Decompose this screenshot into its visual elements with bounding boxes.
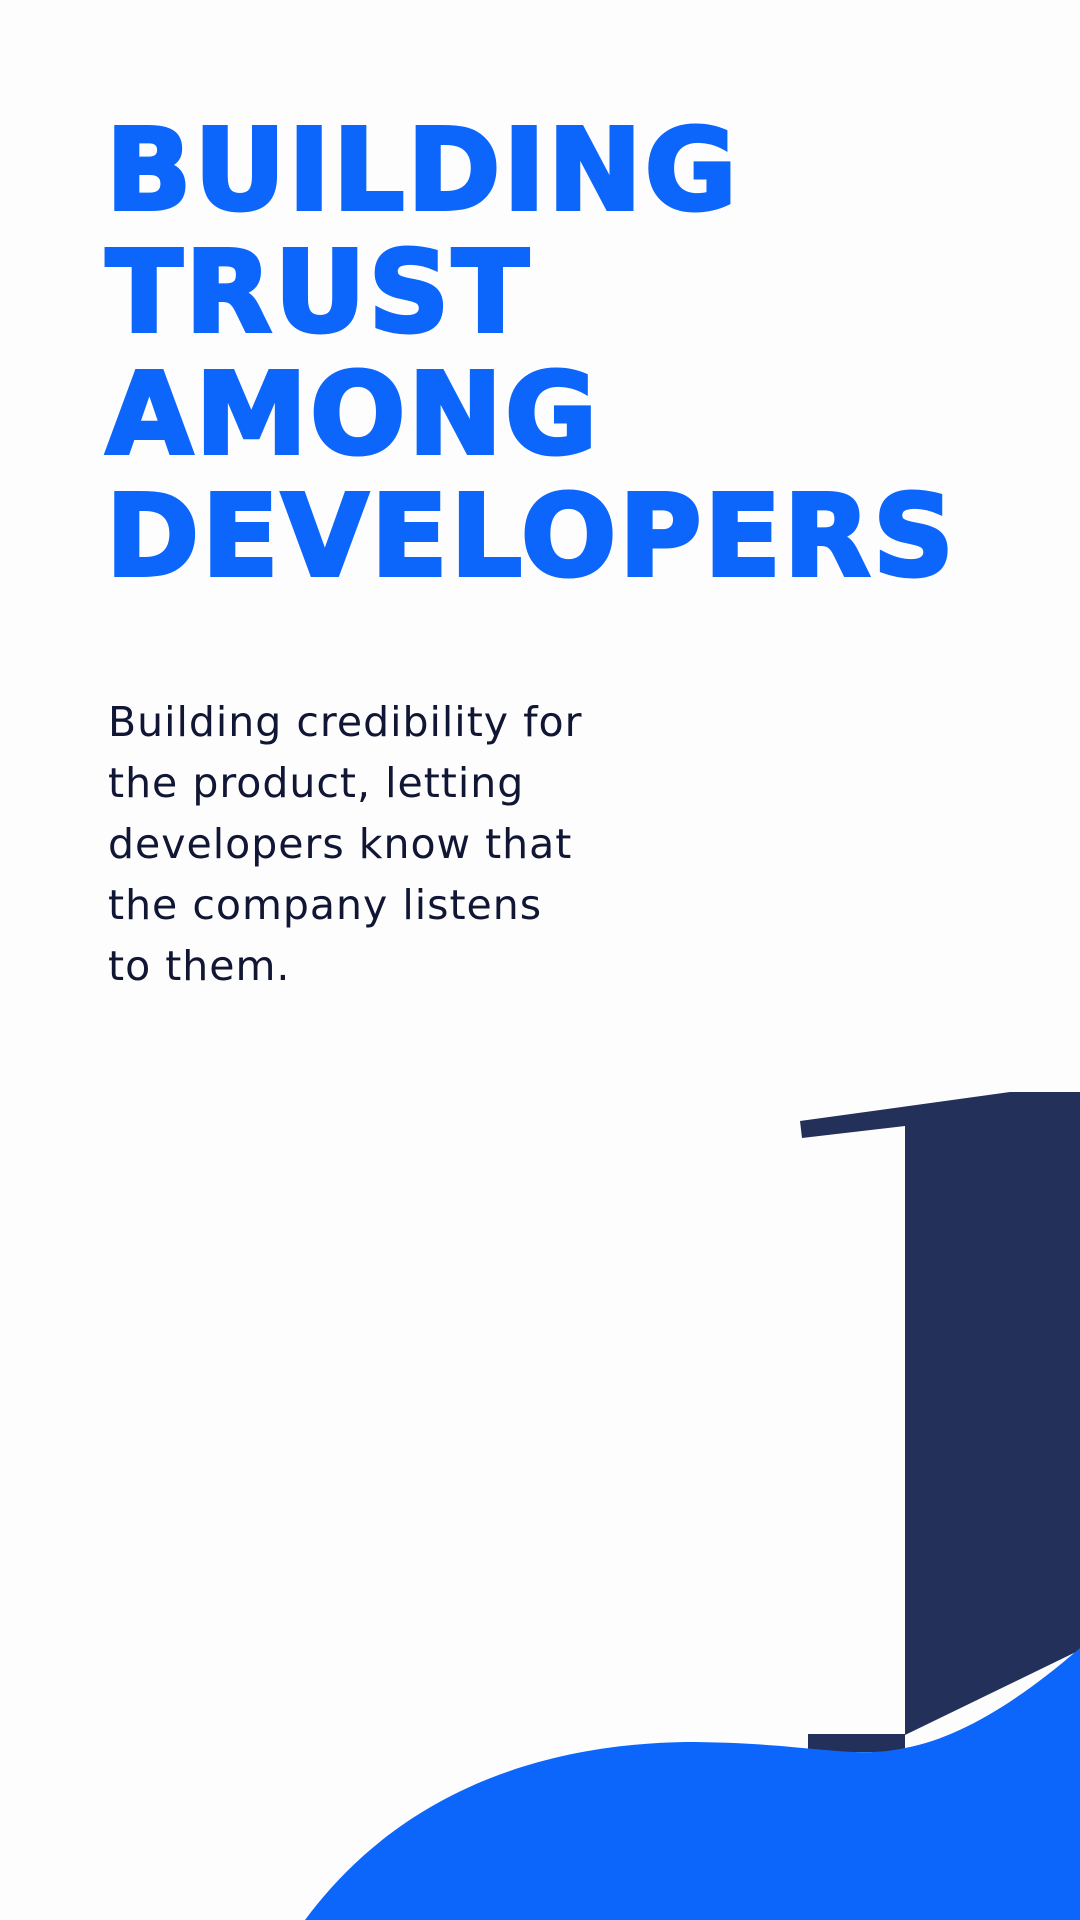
numeral-one-graphic: [800, 1092, 1080, 1752]
slide: BUILDING TRUST AMONG DEVELOPERS Building…: [0, 0, 1080, 1920]
decorative-graphics: [305, 1092, 1080, 1920]
